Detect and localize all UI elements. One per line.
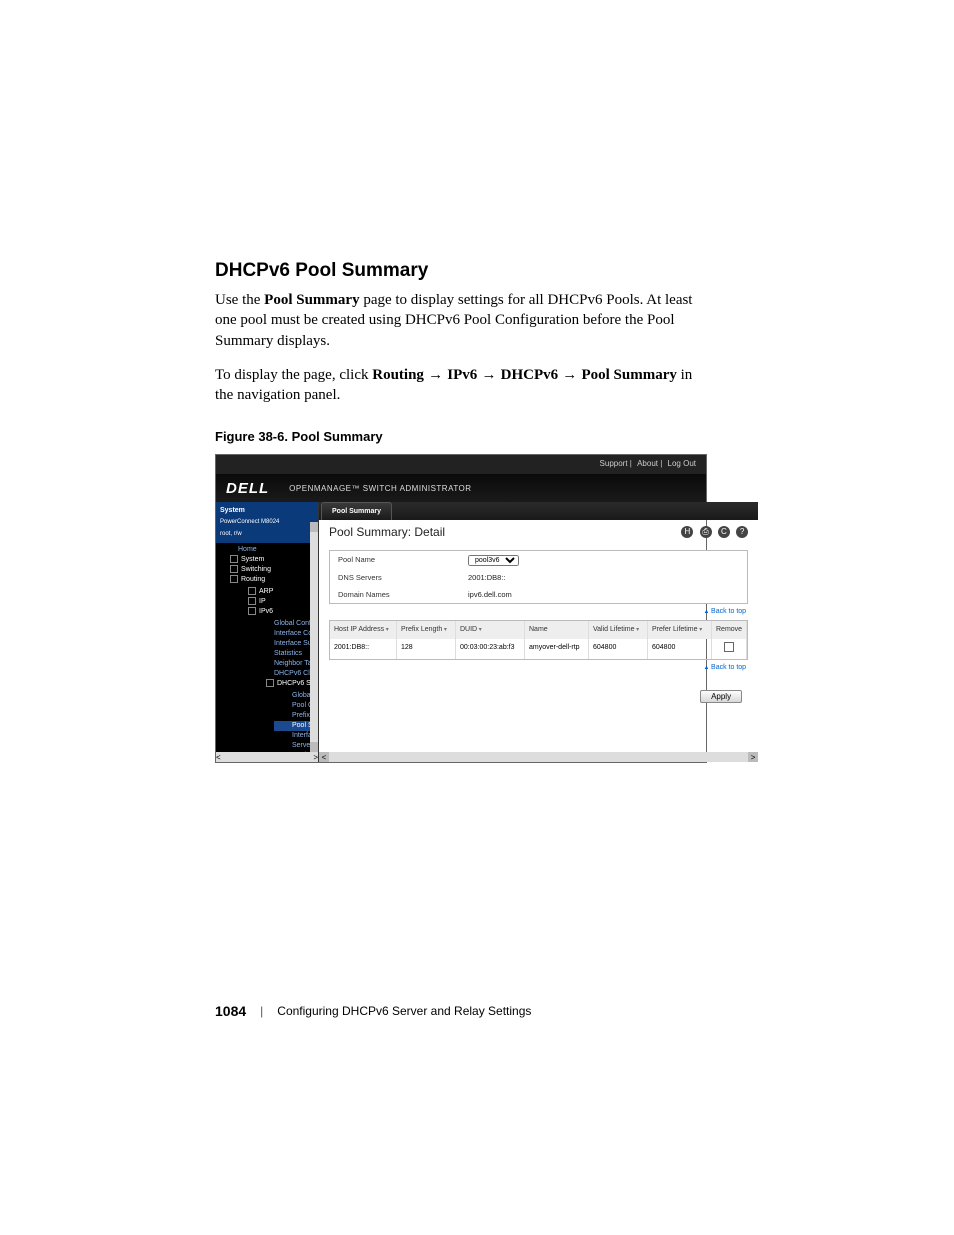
save-icon[interactable]: H [681, 526, 693, 538]
nav-arp[interactable]: ARP [238, 587, 318, 597]
col-name[interactable]: Name [525, 621, 589, 639]
nav-vertical-scrollbar[interactable] [310, 522, 318, 752]
col-host-ip[interactable]: Host IP Address [330, 621, 397, 639]
content-title-row: Pool Summary: Detail H ⎙ C ? [319, 520, 758, 542]
nav-system[interactable]: System [220, 555, 318, 565]
app-banner: DELL OPENMANAGE™ SWITCH ADMINISTRATOR [216, 474, 706, 502]
footer-separator: | [260, 1004, 263, 1018]
field-domain-names: Domain Names ipv6.dell.com [330, 586, 747, 603]
back-to-top-link-2[interactable]: Back to top [703, 664, 746, 671]
col-remove: Remove [712, 621, 747, 639]
nav-ipv6-stats[interactable]: Statistics [256, 649, 318, 659]
nav-arp-label: ARP [259, 588, 273, 595]
print-icon[interactable]: ⎙ [700, 526, 712, 538]
remove-checkbox[interactable] [724, 642, 734, 652]
domain-names-value: ipv6.dell.com [468, 589, 739, 600]
nav-horizontal-scrollbar[interactable]: <> [216, 752, 318, 762]
nav-ipv6-ifconf[interactable]: Interface Configu [256, 629, 318, 639]
pool-name-label: Pool Name [338, 554, 468, 566]
col-duid[interactable]: DUID [456, 621, 525, 639]
cell-prefer: 604800 [648, 639, 712, 659]
nav-ipv6-ifsumm[interactable]: Interface Summa [256, 639, 318, 649]
nav-ip[interactable]: IP [238, 597, 318, 607]
nav-ipv6-dhcp-cli[interactable]: DHCPv6 Client L [256, 669, 318, 679]
nav-header: System PowerConnect M8024 root, r/w [216, 502, 318, 543]
cell-host-ip: 2001:DB8:: [330, 639, 397, 659]
nav-header-sub2: root, r/w [220, 529, 314, 540]
para2-b3: DHCPv6 [501, 367, 559, 383]
para1-pre: Use the [215, 292, 264, 308]
nav-system-label: System [241, 556, 264, 563]
nav-switching[interactable]: Switching [220, 565, 318, 575]
nav-ipv6-label: IPv6 [259, 608, 273, 615]
footer-chapter-title: Configuring DHCPv6 Server and Relay Sett… [277, 1004, 531, 1018]
about-link[interactable]: About [637, 459, 658, 468]
nav-tree[interactable]: System PowerConnect M8024 root, r/w Home… [216, 502, 319, 762]
cell-prefix: 128 [397, 639, 456, 659]
nav-header-sub1: PowerConnect M8024 [220, 517, 314, 528]
nav-ipv6-neigh[interactable]: Neighbor Table [256, 659, 318, 669]
field-pool-name: Pool Name pool3v6 [330, 551, 747, 569]
dns-servers-value: 2001:DB8:: [468, 572, 739, 583]
section-para-1: Use the Pool Summary page to display set… [215, 290, 714, 351]
apply-button[interactable]: Apply [700, 690, 742, 703]
para2-b4: Pool Summary [581, 367, 676, 383]
main-panel: Pool Summary Pool Summary: Detail H ⎙ C … [319, 502, 758, 762]
nav-switching-label: Switching [241, 566, 271, 573]
pool-name-select[interactable]: pool3v6 [468, 555, 519, 566]
nav-routing[interactable]: Routing ARP IP IPv6 Global Configur Inte… [220, 575, 318, 762]
para2-b2: IPv6 [447, 367, 477, 383]
section-heading: DHCPv6 Pool Summary [215, 260, 714, 282]
tab-row: Pool Summary [319, 502, 758, 520]
detail-panel: Pool Name pool3v6 DNS Servers 2001:DB8::… [329, 550, 748, 604]
nav-ipv6-global[interactable]: Global Configur [256, 619, 318, 629]
arrow-icon: → [558, 366, 581, 383]
nav-routing-label: Routing [241, 576, 265, 583]
figure-caption: Figure 38-6. Pool Summary [215, 429, 714, 444]
nav-ip-label: IP [259, 598, 266, 605]
page-number: 1084 [215, 1003, 246, 1019]
table-header: Host IP Address Prefix Length DUID Name … [330, 621, 747, 639]
dell-logo: DELL [226, 483, 269, 494]
main-horizontal-scrollbar[interactable]: <> [319, 752, 758, 762]
para2-pre: To display the page, click [215, 367, 372, 383]
top-links-bar: Support | About | Log Out [216, 455, 706, 474]
page-footer: 1084 | Configuring DHCPv6 Server and Rel… [215, 1003, 714, 1019]
cell-duid: 00:03:00:23:ab:f3 [456, 639, 525, 659]
content-title: Pool Summary: Detail [329, 527, 445, 538]
domain-names-label: Domain Names [338, 589, 468, 600]
support-link[interactable]: Support [600, 459, 628, 468]
tab-pool-summary[interactable]: Pool Summary [321, 502, 392, 520]
col-valid[interactable]: Valid Lifetime [589, 621, 648, 639]
cell-valid: 604800 [589, 639, 648, 659]
help-icon[interactable]: ? [736, 526, 748, 538]
nav-ipv6[interactable]: IPv6 Global Configur Interface Configu I… [238, 607, 318, 762]
logout-link[interactable]: Log Out [668, 459, 696, 468]
refresh-icon[interactable]: C [718, 526, 730, 538]
para2-b1: Routing [372, 367, 424, 383]
arrow-icon: → [477, 366, 500, 383]
section-para-2: To display the page, click Routing → IPv… [215, 365, 714, 406]
bindings-table: Host IP Address Prefix Length DUID Name … [329, 620, 748, 660]
nav-dhcpv6-server[interactable]: DHCPv6 Server Global Conf Pool Config Pr… [256, 679, 318, 761]
nav-home[interactable]: Home [220, 545, 318, 555]
col-prefix[interactable]: Prefix Length [397, 621, 456, 639]
field-dns-servers: DNS Servers 2001:DB8:: [330, 569, 747, 586]
cell-name: amyover-dell-rtp [525, 639, 589, 659]
dns-servers-label: DNS Servers [338, 572, 468, 583]
table-row: 2001:DB8:: 128 00:03:00:23:ab:f3 amyover… [330, 639, 747, 659]
col-prefer[interactable]: Prefer Lifetime [648, 621, 712, 639]
nav-header-title: System [220, 507, 245, 514]
arrow-icon: → [424, 366, 447, 383]
back-to-top-link[interactable]: Back to top [703, 608, 746, 615]
screenshot: Support | About | Log Out DELL OPENMANAG… [215, 454, 707, 763]
para1-bold: Pool Summary [264, 292, 359, 308]
app-name: OPENMANAGE™ SWITCH ADMINISTRATOR [289, 483, 471, 494]
